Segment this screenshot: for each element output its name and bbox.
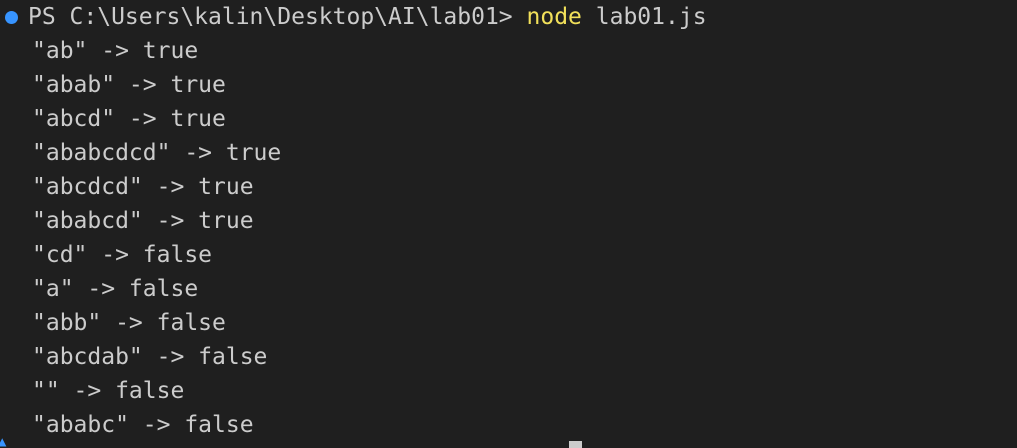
- terminal-panel[interactable]: PS C:\Users\kalin\Desktop\AI\lab01> node…: [0, 0, 1017, 448]
- prompt-path: PS C:\Users\kalin\Desktop\AI\lab01>: [28, 4, 513, 30]
- command-argument: lab01.js: [595, 4, 707, 30]
- text-cursor: [569, 441, 582, 448]
- prompt-command: PS C:\Users\kalin\Desktop\AI\lab01> node…: [28, 0, 707, 34]
- next-prompt-marker-icon: ▲: [0, 437, 7, 448]
- command-status-dot-icon[interactable]: [5, 11, 18, 24]
- output-line: "ababcdcd" -> true: [32, 140, 282, 166]
- output-line: "ababc" -> false: [32, 412, 254, 438]
- command-name: node: [526, 4, 582, 30]
- output-line: "ababcd" -> true: [32, 208, 254, 234]
- output-line: "a" -> false: [32, 276, 199, 302]
- output-line: "abb" -> false: [32, 310, 226, 336]
- output-line: "cd" -> false: [32, 242, 213, 268]
- output-line: "abcdab" -> false: [32, 344, 268, 370]
- prompt-line: PS C:\Users\kalin\Desktop\AI\lab01> node…: [0, 0, 707, 34]
- output-line: "" -> false: [32, 378, 185, 404]
- output-line: "abcdcd" -> true: [32, 174, 254, 200]
- output-line: "ab" -> true: [32, 38, 199, 64]
- output-line: "abcd" -> true: [32, 106, 226, 132]
- output-line: "abab" -> true: [32, 72, 226, 98]
